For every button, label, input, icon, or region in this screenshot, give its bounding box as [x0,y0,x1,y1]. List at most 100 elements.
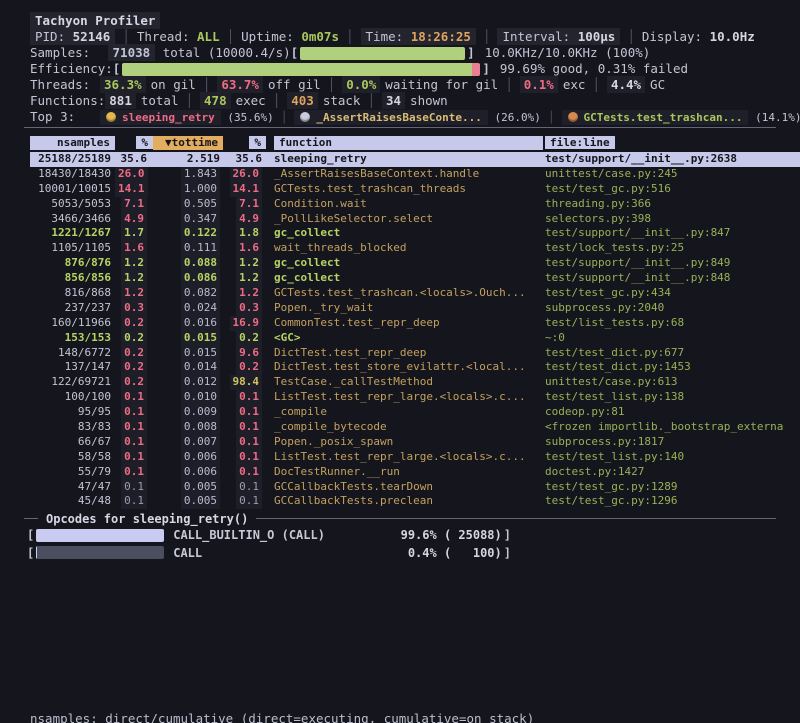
table-row[interactable]: 122/697210.20.01298.4TestCase._callTestM… [14,375,800,390]
thread-stat-value: 36.3% [100,76,146,93]
function-name-cell: _compile_bytecode [266,420,543,435]
table-header: nsamples % ▼tottime % function file:line [14,136,800,150]
thread-stat-text: on gil [151,77,196,92]
function-name-cell: _compile [266,405,543,420]
functions-items: 881total│478exec│403stack│34shown [105,93,447,108]
opcodes-title-line: Opcodes for sleeping_retry() [24,511,776,526]
title-line: Tachyon Profiler [30,13,776,29]
function-stat-text: total [141,93,179,108]
table-row[interactable]: 5053/50537.10.5057.1Condition.waitthread… [14,197,800,212]
table-row[interactable]: 66/670.10.0070.1Popen._posix_spawnsubpro… [14,435,800,450]
nsamples-cell: 55/79 [30,465,115,480]
tottime-cell: 0.005 [153,494,223,509]
table-row[interactable]: 18430/1843026.01.84326.0_AssertRaisesBas… [14,167,800,182]
table-row[interactable]: 153/1530.20.0150.2<GC>~:0 [14,331,800,346]
pct-stack-cell: 1.2 [223,286,266,301]
table-row[interactable]: 10001/1001514.11.00014.1GCTests.test_tra… [14,182,800,197]
table-row[interactable]: 45/480.10.0050.1GCCallbackTests.preclean… [14,494,800,509]
tottime-value: 0.015 [181,331,220,346]
tottime-cell: 0.006 [153,450,223,465]
file-line-cell: test/support/__init__.py:2638 [543,152,779,167]
nsamples-cell: 876/876 [30,256,115,271]
table-row[interactable]: 876/8761.20.0881.2gc_collecttest/support… [14,256,800,271]
function-stat-text: shown [410,93,448,108]
table-row[interactable]: 100/1000.10.0100.1ListTest.test_repr_lar… [14,390,800,405]
nsamples-cell: 137/147 [30,360,115,375]
tottime-cell: 0.505 [153,197,223,212]
table-row[interactable]: 148/67720.20.0159.6DictTest.test_repr_de… [14,346,800,361]
file-line-cell: test/support/__init__.py:847 [543,226,779,241]
pct-exec-cell: 0.2 [115,360,153,375]
column-header-pct-stack[interactable]: % [223,136,266,150]
tottime-value: 0.015 [181,346,220,361]
pct-exec-cell: 7.1 [115,197,153,212]
pct-exec-cell: 0.2 [115,331,153,346]
pct-exec-value: 0.1 [121,390,147,405]
nsamples-cell: 1105/1105 [30,241,115,256]
table-row[interactable]: 47/470.10.0050.1GCCallbackTests.tearDown… [14,480,800,495]
function-name-cell: sleeping_retry [266,152,543,167]
pct-exec-cell: 0.1 [115,435,153,450]
tottime-cell: 0.009 [153,405,223,420]
function-name-cell: <GC> [266,331,543,346]
table-row[interactable]: ►25188/2518935.62.51935.6sleeping_retryt… [14,152,800,167]
pct-exec-cell: 26.0 [115,167,153,182]
column-header-file-line[interactable]: file:line [543,136,779,150]
function-stat-value: 403 [287,92,318,109]
thread-value: ALL [197,29,220,44]
table-row[interactable]: 1221/12671.70.1221.8gc_collecttest/suppo… [14,226,800,241]
table-row[interactable]: 55/790.10.0060.1DocTestRunner.__rundocte… [14,465,800,480]
tottime-value: 0.006 [181,450,220,465]
file-line-cell: threading.py:366 [543,197,779,212]
samples-bar [300,47,465,60]
table-row[interactable]: 1105/11051.60.1111.6wait_threads_blocked… [14,241,800,256]
column-header-pct-exec[interactable]: % [115,136,153,150]
file-line-cell: unittest/case.py:613 [543,375,779,390]
file-line-cell: ~:0 [543,331,779,346]
nsamples-cell: 856/856 [30,271,115,286]
column-header-tottime[interactable]: ▼tottime [153,136,223,150]
function-stat-text: exec [236,93,266,108]
efficiency-good-fill [122,63,472,76]
tottime-cell: 0.010 [153,390,223,405]
nsamples-cell: 47/47 [30,480,115,495]
table-row[interactable]: 237/2370.30.0240.3Popen._try_waitsubproc… [14,301,800,316]
thread-stat-text: exc [563,77,586,92]
table-row[interactable]: 160/119660.20.01616.9CommonTest.test_rep… [14,316,800,331]
threads-label: Threads: [30,77,100,93]
app-title: Tachyon Profiler [30,12,160,29]
thread-stat-value: 0.0% [342,76,380,93]
tottime-value: 0.009 [181,405,220,420]
table-row[interactable]: 3466/34664.90.3474.9_PollLikeSelector.se… [14,212,800,227]
opcode-row: CALL_BUILTIN_O (CALL)99.6% ( 25088) [27,526,511,544]
pct-exec-cell: 0.1 [115,450,153,465]
nsamples-cell: 816/868 [30,286,115,301]
tottime-value: 0.088 [181,256,220,271]
pct-exec-value: 26.0 [115,167,148,182]
tottime-cell: 0.012 [153,375,223,390]
pct-stack-cell: 0.1 [223,494,266,509]
table-row[interactable]: 137/1470.20.0140.2DictTest.test_store_ev… [14,360,800,375]
table-row[interactable]: 95/950.10.0090.1_compilecodeop.py:81 [14,405,800,420]
table-row[interactable]: 856/8561.20.0861.2gc_collecttest/support… [14,271,800,286]
file-line-cell: test/test_gc.py:434 [543,286,779,301]
pct-exec-cell: 0.1 [115,494,153,509]
top3-percentage: (35.6%) [221,111,274,124]
opcode-name: CALL_BUILTIN_O (CALL) [173,528,400,542]
column-header-function[interactable]: function [266,136,543,150]
file-line-cell: unittest/case.py:245 [543,167,779,182]
pct-exec-cell: 0.1 [115,465,153,480]
table-row[interactable]: 83/830.10.0080.1_compile_bytecode<frozen… [14,420,800,435]
table-row[interactable]: 816/8681.20.0821.2GCTests.test_trashcan.… [14,286,800,301]
pct-stack-cell: 1.8 [223,226,266,241]
pct-stack-value: 9.6 [236,346,262,361]
column-header-nsamples[interactable]: nsamples [30,136,115,150]
top3-label: Top 3: [30,109,100,125]
pct-stack-cell: 0.1 [223,480,266,495]
tottime-value: 0.005 [181,480,220,495]
function-name-cell: GCTests.test_trashcan_threads [266,182,543,197]
table-row[interactable]: 58/580.10.0060.1ListTest.test_repr_large… [14,450,800,465]
nsamples-cell: 237/237 [30,301,115,316]
pct-exec-value: 14.1 [115,182,148,197]
pct-exec-value: 1.7 [121,226,147,241]
